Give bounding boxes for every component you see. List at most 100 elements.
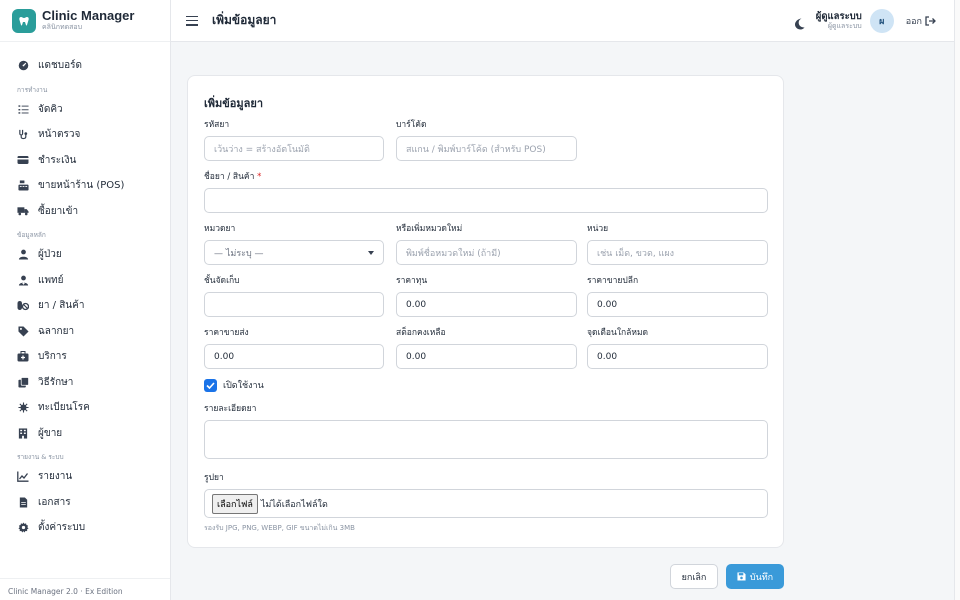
sidebar-item-label: บริการ: [38, 351, 67, 363]
page-scrollbar[interactable]: [954, 0, 960, 600]
sidebar-item-label: ผู้ป่วย: [38, 249, 62, 261]
chevron-down-icon: [368, 250, 374, 255]
details-field: รายละเอียดยา: [204, 403, 768, 459]
credit-card-icon: [17, 154, 29, 166]
retail-price-input[interactable]: 0.00: [587, 292, 768, 317]
shelf-input[interactable]: [204, 292, 384, 317]
image-hint: รองรับ JPG, PNG, WEBP, GIF ขนาดไม่เกิน 3…: [204, 524, 355, 532]
sidebar-item-label: ผู้ขาย: [38, 427, 63, 439]
retail-label: ราคาขายปลีก: [587, 276, 639, 286]
name-input[interactable]: [204, 188, 768, 213]
reorder-point-input[interactable]: 0.00: [587, 344, 768, 369]
user-info[interactable]: ผู้ดูแลระบบ ผู้ดูแลระบบ: [816, 11, 862, 31]
unit-input[interactable]: เช่น เม็ด, ขวด, แผง: [587, 240, 768, 265]
cost-input[interactable]: 0.00: [396, 292, 577, 317]
image-file-input[interactable]: เลือกไฟล์ ไม่ได้เลือกไฟล์ใด: [204, 489, 768, 518]
barcode-field: บาร์โค้ด สแกน / พิมพ์บาร์โค้ด (สำหรับ PO…: [396, 119, 577, 161]
sidebar-item-services[interactable]: บริการ: [0, 344, 170, 370]
sidebar-footer: Clinic Manager 2.0 · Ex Edition: [0, 578, 170, 600]
reorder-field: จุดเตือนใกล้หมด 0.00: [587, 327, 768, 369]
save-button[interactable]: บันทึก: [726, 564, 784, 589]
medkit-icon: [17, 351, 29, 363]
sidebar-item-purchase[interactable]: ซื้อยาเข้า: [0, 199, 170, 225]
sidebar-item-treatments[interactable]: วิธีรักษา: [0, 370, 170, 396]
sidebar-item-labels[interactable]: ฉลากยา: [0, 319, 170, 345]
name-field: ชื่อยา / สินค้า *: [204, 171, 768, 213]
choose-file-button[interactable]: เลือกไฟล์: [212, 493, 258, 514]
sidebar-item-diseases[interactable]: ทะเบียนโรค: [0, 395, 170, 421]
code-field: รหัสยา เว้นว่าง = สร้างอัตโนมัติ: [204, 119, 384, 161]
new-category-input[interactable]: พิมพ์ชื่อหมวดใหม่ (ถ้ามี): [396, 240, 577, 265]
queue-list-icon: [17, 103, 29, 115]
image-label: รูปยา: [204, 473, 224, 483]
name-label-text: ชื่อยา / สินค้า: [204, 172, 255, 182]
sign-out-icon: [925, 16, 936, 26]
sidebar-item-label: ตั้งค่าระบบ: [38, 522, 86, 534]
code-input[interactable]: เว้นว่าง = สร้างอัตโนมัติ: [204, 136, 384, 161]
wholesale-field: ราคาขายส่ง 0.00: [204, 327, 384, 369]
name-label: ชื่อยา / สินค้า *: [204, 171, 768, 183]
sidebar-item-patients[interactable]: ผู้ป่วย: [0, 242, 170, 268]
sidebar-item-examination[interactable]: หน้าตรวจ: [0, 122, 170, 148]
hamburger-menu-icon[interactable]: [186, 15, 198, 26]
dark-mode-moon-icon[interactable]: [794, 15, 806, 30]
gear-icon: [17, 522, 29, 534]
brand[interactable]: Clinic Manager คลินิกทดสอบ: [0, 0, 170, 42]
sidebar-item-doctors[interactable]: แพทย์: [0, 268, 170, 294]
sidebar-item-queue[interactable]: จัดคิว: [0, 97, 170, 123]
details-textarea[interactable]: [204, 420, 768, 459]
active-checkbox[interactable]: [204, 378, 217, 392]
sidebar-item-dashboard[interactable]: แดชบอร์ด: [0, 53, 170, 79]
nav-section-title: รายงาน & ระบบ: [17, 453, 64, 461]
sidebar-item-label: ซื้อยาเข้า: [38, 205, 79, 217]
cancel-button[interactable]: ยกเลิก: [670, 564, 718, 589]
check-icon: [206, 381, 215, 389]
sidebar-item-medicines[interactable]: ยา / สินค้า: [0, 293, 170, 319]
top-header: เพิ่มข้อมูลยา ผู้ดูแลระบบ ผู้ดูแลระบบ ผ …: [171, 0, 954, 42]
form-title: เพิ่มข้อมูลยา: [204, 97, 264, 110]
cost-label: ราคาทุน: [396, 276, 428, 286]
avatar[interactable]: ผ: [869, 9, 894, 33]
barcode-label: บาร์โค้ด: [396, 120, 427, 130]
sidebar-item-label: ขายหน้าร้าน (POS): [38, 180, 125, 192]
sidebar-item-settings[interactable]: ตั้งค่าระบบ: [0, 515, 170, 541]
barcode-input[interactable]: สแกน / พิมพ์บาร์โค้ด (สำหรับ POS): [396, 136, 577, 161]
stethoscope-icon: [17, 129, 29, 141]
save-icon: [737, 572, 746, 581]
sidebar: Clinic Manager คลินิกทดสอบ แดชบอร์ด การท…: [0, 0, 171, 600]
sidebar-item-reports[interactable]: รายงาน: [0, 464, 170, 490]
user-name: ผู้ดูแลระบบ: [815, 11, 862, 22]
sidebar-item-payment[interactable]: ชำระเงิน: [0, 148, 170, 174]
code-label: รหัสยา: [204, 120, 230, 130]
doctor-icon: [17, 274, 29, 286]
logout-label: ออก: [905, 17, 922, 27]
sidebar-item-label: ทะเบียนโรค: [38, 402, 90, 414]
shelf-field: ชั้นจัดเก็บ: [204, 275, 384, 317]
user-icon: [17, 249, 29, 261]
image-field: รูปยา เลือกไฟล์ ไม่ได้เลือกไฟล์ใด รองรับ…: [204, 472, 768, 534]
wholesale-price-input[interactable]: 0.00: [204, 344, 384, 369]
sidebar-item-pos[interactable]: ขายหน้าร้าน (POS): [0, 173, 170, 199]
cash-register-icon: [17, 180, 29, 192]
details-label: รายละเอียดยา: [204, 404, 257, 414]
stock-field: สต็อกคงเหลือ 0.00: [396, 327, 577, 369]
sidebar-item-label: วิธีรักษา: [38, 376, 74, 388]
active-checkbox-row[interactable]: เปิดใช้งาน: [204, 378, 264, 392]
category-select[interactable]: — ไม่ระบุ —: [204, 240, 384, 265]
stock-label: สต็อกคงเหลือ: [396, 328, 446, 338]
tag-icon: [17, 325, 29, 337]
active-label: เปิดใช้งาน: [223, 381, 264, 391]
sidebar-item-label: ยา / สินค้า: [38, 300, 85, 312]
stock-input[interactable]: 0.00: [396, 344, 577, 369]
user-role: ผู้ดูแลระบบ: [827, 22, 862, 30]
cost-field: ราคาทุน 0.00: [396, 275, 577, 317]
sidebar-item-documents[interactable]: เอกสาร: [0, 490, 170, 516]
unit-field: หน่วย เช่น เม็ด, ขวด, แผง: [587, 223, 768, 265]
sidebar-item-vendors[interactable]: ผู้ขาย: [0, 421, 170, 447]
sidebar-nav: แดชบอร์ด การทำงาน จัดคิว หน้าตรวจ ชำระเง…: [0, 42, 170, 541]
tooth-icon: [12, 8, 36, 33]
building-icon: [17, 427, 29, 439]
logout-button[interactable]: ออก: [906, 14, 936, 28]
sidebar-item-label: จัดคิว: [38, 103, 63, 115]
truck-icon: [17, 205, 29, 217]
